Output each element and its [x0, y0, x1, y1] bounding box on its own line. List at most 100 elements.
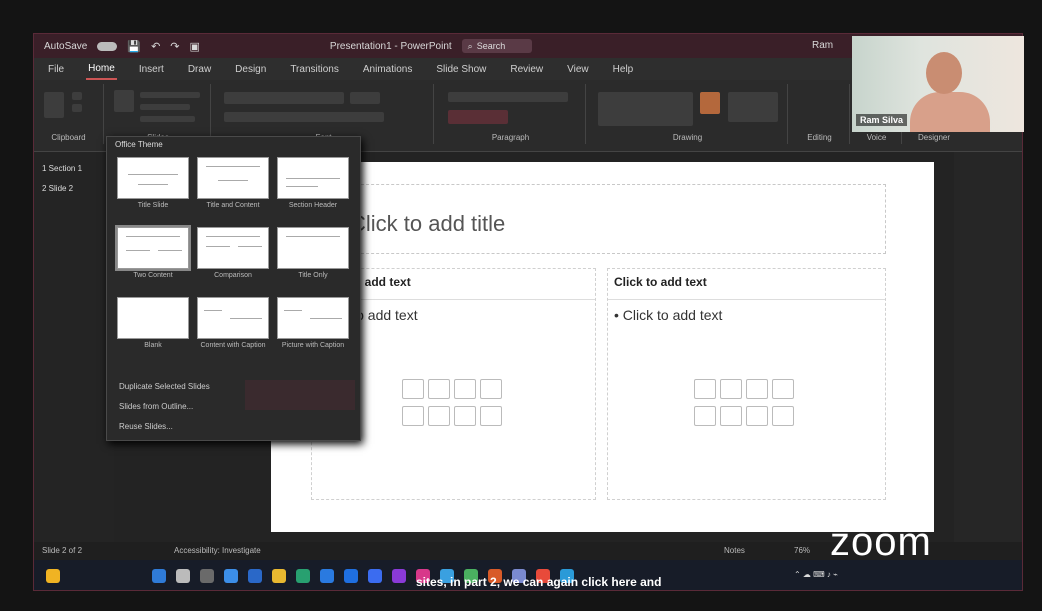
menu-option-slides-from-outline[interactable]: Slides from Outline... [119, 402, 193, 411]
search-box[interactable]: ⌕ Search [461, 39, 532, 53]
insert-stock-icon[interactable] [720, 406, 742, 426]
tab-help[interactable]: Help [611, 60, 636, 79]
webcam-person-head [926, 52, 962, 94]
slide-canvas[interactable]: Click to add title Click to add text Cli… [271, 162, 934, 532]
redo-icon[interactable]: ↷ [170, 40, 179, 53]
font-format-buttons[interactable] [224, 112, 384, 122]
tab-insert[interactable]: Insert [137, 60, 166, 79]
thumbnail-section-1[interactable]: 1 Section 1 [42, 164, 82, 173]
shapes-gallery[interactable] [598, 92, 693, 126]
user-name[interactable]: Ram [812, 40, 833, 51]
zoom-app-icon[interactable] [368, 569, 382, 583]
right-column-bullet: • Click to add text [614, 307, 723, 323]
insert-3d-icon[interactable] [772, 379, 794, 399]
widgets-icon[interactable] [224, 569, 238, 583]
tab-design[interactable]: Design [233, 60, 268, 79]
font-name-select[interactable] [224, 92, 344, 104]
insert-picture-icon[interactable] [694, 406, 716, 426]
layout-two-content[interactable] [115, 225, 191, 271]
autosave-toggle[interactable] [97, 41, 118, 51]
new-slide-icon[interactable] [114, 90, 134, 112]
insert-chart-icon[interactable] [428, 379, 450, 399]
layout-line [230, 318, 262, 319]
save-icon[interactable]: 💾 [127, 40, 141, 53]
layout-dropdown-menu: Office Theme Title Slide Title and Conte… [106, 136, 361, 441]
tab-home[interactable]: Home [86, 59, 117, 80]
right-content-placeholder[interactable]: Click to add text • Click to add text [607, 268, 886, 500]
layout-line [204, 310, 222, 311]
file-explorer-icon[interactable] [272, 569, 286, 583]
insert-icons-icon[interactable] [746, 406, 768, 426]
layout-line [286, 186, 318, 187]
layout-section-header[interactable] [277, 157, 349, 199]
zoom-level[interactable]: 76% [794, 546, 810, 555]
right-insert-content-icons[interactable] [694, 379, 798, 429]
search-icon[interactable] [176, 569, 190, 583]
insert-chart-icon[interactable] [720, 379, 742, 399]
group-clipboard: Clipboard [34, 84, 104, 144]
edge-icon[interactable] [320, 569, 334, 583]
insert-table-icon[interactable] [402, 379, 424, 399]
insert-video-icon[interactable] [480, 406, 502, 426]
slide-thumbnails-pane: 1 Section 1 2 Slide 2 [34, 152, 114, 542]
layout-title-slide[interactable] [117, 157, 189, 199]
notes-button[interactable]: Notes [724, 546, 745, 555]
word-icon[interactable] [344, 569, 358, 583]
system-tray-icons[interactable]: ⌃ ☁ ⌨ ♪ ⌁ [794, 570, 838, 579]
quick-styles[interactable] [728, 92, 778, 122]
layout-content-with-caption[interactable] [197, 297, 269, 339]
menu-option-duplicate[interactable]: Duplicate Selected Slides [119, 382, 210, 391]
tab-review[interactable]: Review [508, 60, 545, 79]
left-insert-content-icons[interactable] [402, 379, 506, 429]
paste-icon[interactable] [44, 92, 64, 118]
font-size-select[interactable] [350, 92, 380, 104]
present-icon[interactable]: ▣ [190, 40, 200, 53]
copy-icon[interactable] [72, 104, 82, 112]
thumbnail-slide-2[interactable]: 2 Slide 2 [42, 184, 73, 193]
tab-transitions[interactable]: Transitions [288, 60, 341, 79]
layout-title-and-content[interactable] [197, 157, 269, 199]
insert-smartart-icon[interactable] [746, 379, 768, 399]
layout-button[interactable] [140, 92, 200, 98]
tab-slide-show[interactable]: Slide Show [434, 60, 488, 79]
group-label-clipboard: Clipboard [51, 133, 86, 142]
group-font: Font [214, 84, 434, 144]
insert-video-icon[interactable] [772, 406, 794, 426]
insert-smartart-icon[interactable] [454, 379, 476, 399]
live-caption: sites, in part 2, we can again click her… [416, 575, 662, 589]
insert-stock-icon[interactable] [428, 406, 450, 426]
teams-icon[interactable] [392, 569, 406, 583]
cut-icon[interactable] [72, 92, 82, 100]
tab-draw[interactable]: Draw [186, 60, 213, 79]
task-view-icon[interactable] [200, 569, 214, 583]
excel-icon[interactable] [296, 569, 310, 583]
align-buttons[interactable] [448, 110, 508, 124]
arrange-icon[interactable] [700, 92, 720, 114]
layout-title-only[interactable] [277, 227, 349, 269]
layout-picture-with-caption[interactable] [277, 297, 349, 339]
menu-option-reuse-slides[interactable]: Reuse Slides... [119, 422, 173, 431]
insert-table-icon[interactable] [694, 379, 716, 399]
layout-comparison[interactable] [197, 227, 269, 269]
layout-blank[interactable] [117, 297, 189, 339]
tab-file[interactable]: File [46, 60, 66, 79]
zoom-watermark: zoom [830, 520, 932, 564]
list-buttons[interactable] [448, 92, 568, 102]
title-placeholder[interactable]: Click to add title [341, 184, 886, 254]
tab-view[interactable]: View [565, 60, 591, 79]
insert-picture-icon[interactable] [402, 406, 424, 426]
tab-animations[interactable]: Animations [361, 60, 414, 79]
layout-line [158, 250, 182, 251]
layout-line [138, 184, 168, 185]
reset-button[interactable] [140, 104, 190, 110]
insert-3d-icon[interactable] [480, 379, 502, 399]
weather-icon[interactable] [46, 569, 60, 583]
group-slides: Slides [106, 84, 211, 144]
undo-icon[interactable]: ↶ [151, 40, 160, 53]
accessibility-status[interactable]: Accessibility: Investigate [174, 546, 261, 555]
start-icon[interactable] [152, 569, 166, 583]
insert-icons-icon[interactable] [454, 406, 476, 426]
chat-icon[interactable] [248, 569, 262, 583]
autosave-label: AutoSave [44, 40, 88, 52]
section-button[interactable] [140, 116, 195, 122]
